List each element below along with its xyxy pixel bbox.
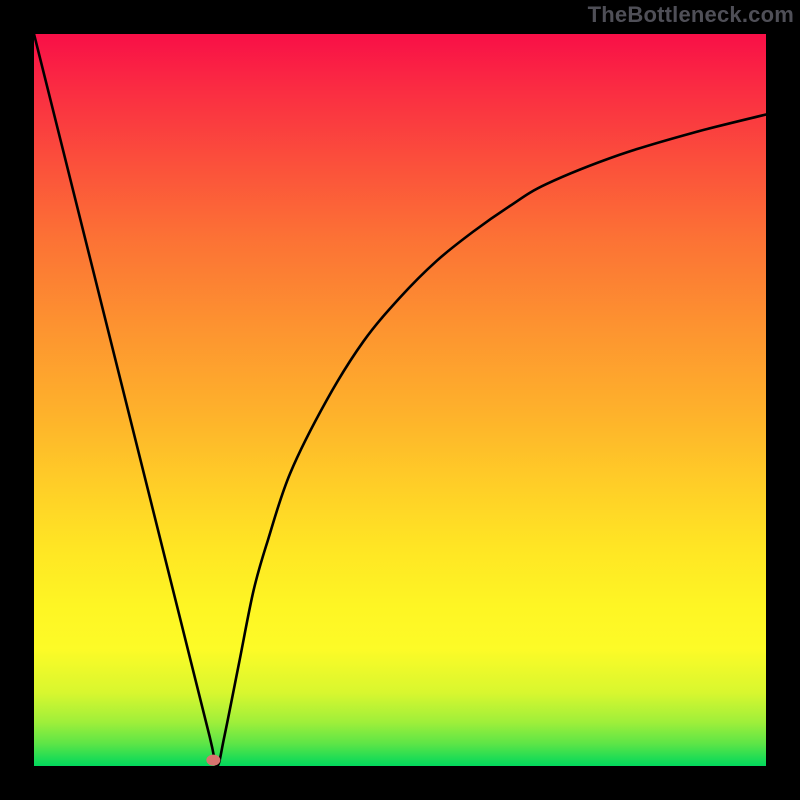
bottleneck-curve <box>34 34 766 766</box>
chart-frame: TheBottleneck.com <box>0 0 800 800</box>
minimum-marker <box>206 755 220 766</box>
plot-area <box>34 34 766 766</box>
attribution-label: TheBottleneck.com <box>582 0 800 32</box>
curve-layer <box>34 34 766 766</box>
